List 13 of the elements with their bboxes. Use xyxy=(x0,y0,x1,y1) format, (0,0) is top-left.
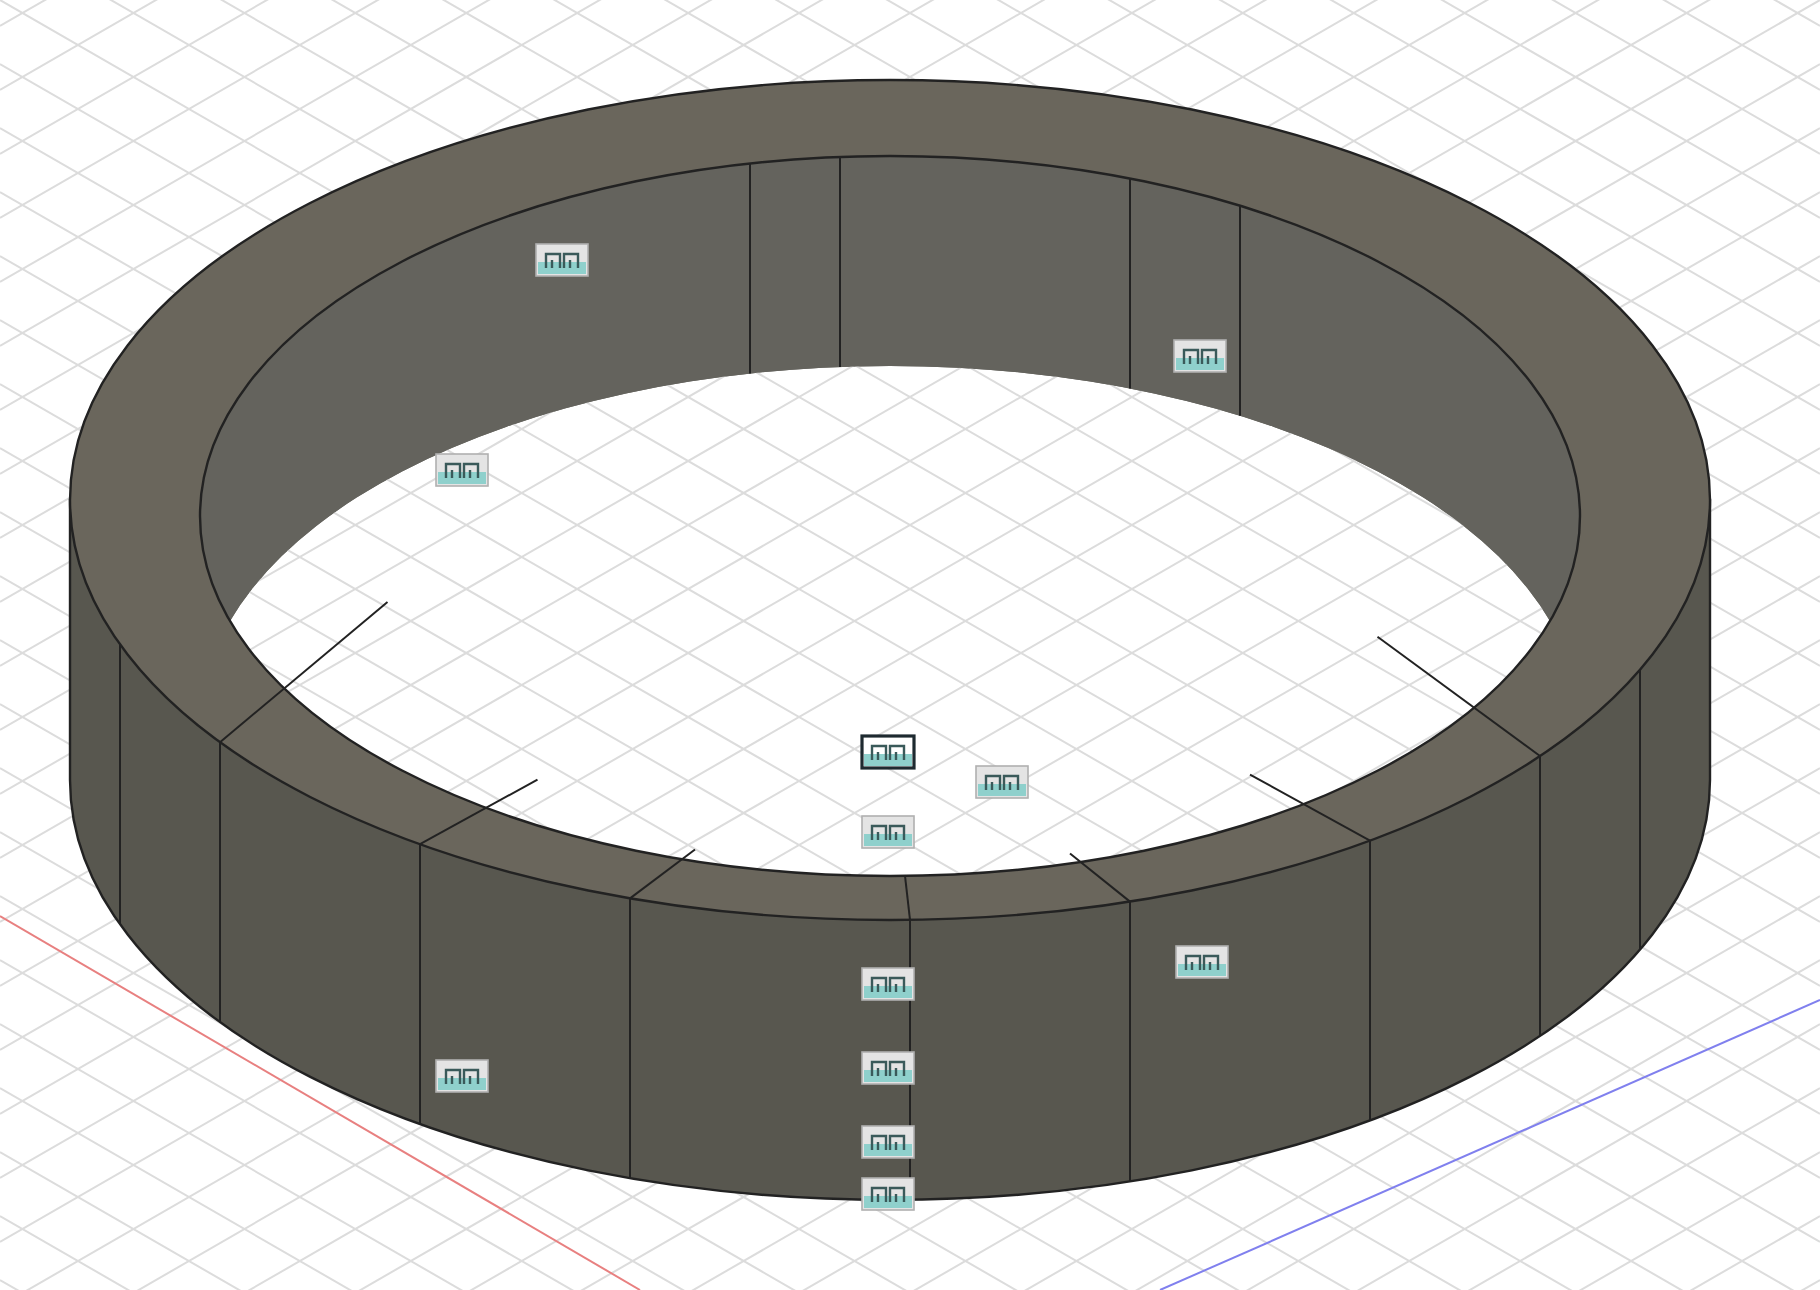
joint-icon[interactable] xyxy=(535,243,589,277)
ring-model[interactable] xyxy=(68,78,1712,1201)
joint-icon[interactable] xyxy=(861,1177,915,1211)
joint-icon[interactable] xyxy=(435,453,489,487)
joint-icon[interactable] xyxy=(975,765,1029,799)
joint-icon[interactable] xyxy=(861,1125,915,1159)
joint-icon[interactable] xyxy=(861,967,915,1001)
joint-icon[interactable] xyxy=(1175,945,1229,979)
joint-icon[interactable] xyxy=(861,1051,915,1085)
joint-icon[interactable] xyxy=(860,734,916,770)
joint-icon[interactable] xyxy=(435,1059,489,1093)
joint-icon[interactable] xyxy=(861,815,915,849)
joint-icon[interactable] xyxy=(1173,339,1227,373)
